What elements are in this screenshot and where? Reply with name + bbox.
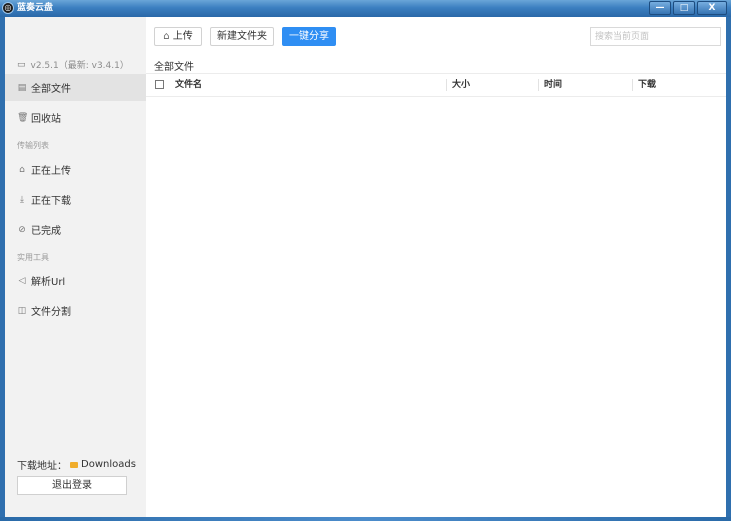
sidebar-item-label: 解析Url xyxy=(31,277,66,288)
maximize-button[interactable]: □ xyxy=(673,1,695,15)
window-controls: — □ X xyxy=(649,1,727,15)
version-icon: ▭ xyxy=(17,59,26,70)
taskbar-strip xyxy=(0,517,731,521)
close-button[interactable]: X xyxy=(697,1,727,15)
window-titlebar[interactable]: ◎ 蓝奏云盘 — □ X xyxy=(0,0,731,17)
transfer-group-label: 传输列表 xyxy=(17,141,49,150)
sidebar-item-file-split[interactable]: ◫ 文件分割 xyxy=(5,297,146,324)
trash-icon: 🗑 xyxy=(17,112,29,123)
download-path-value: Downloads xyxy=(81,459,136,470)
split-icon: ◫ xyxy=(17,305,27,316)
app-window: ▭ v2.5.1（最新: v3.4.1） ▤ 全部文件 🗑 回收站 传输列表 ⌂… xyxy=(5,17,726,517)
search-input[interactable] xyxy=(590,27,721,46)
sidebar-item-label: 正在下载 xyxy=(31,196,71,207)
check-icon: ⊘ xyxy=(18,224,26,235)
sidebar-item-label: 正在上传 xyxy=(31,166,71,177)
column-size[interactable]: 大小 xyxy=(452,74,470,96)
sidebar-item-parse-url[interactable]: ◁ 解析Url xyxy=(5,267,146,294)
app-title: 蓝奏云盘 xyxy=(17,3,54,13)
sidebar-item-uploading[interactable]: ⌂ 正在上传 xyxy=(5,156,146,183)
sidebar-item-label: 已完成 xyxy=(31,226,61,237)
select-all-checkbox[interactable] xyxy=(155,80,164,89)
folder-icon xyxy=(70,461,78,468)
download-path-label: 下载地址： xyxy=(17,461,67,472)
column-divider xyxy=(446,79,447,91)
new-folder-button[interactable]: 新建文件夹 xyxy=(210,27,274,46)
app-logo-icon: ◎ xyxy=(2,2,14,14)
column-time[interactable]: 时间 xyxy=(544,74,562,96)
download-icon: ⤓ xyxy=(20,194,24,205)
upload-icon: ⌂ xyxy=(163,31,173,42)
sidebar-item-label: 文件分割 xyxy=(31,307,71,318)
download-path[interactable]: 下载地址： Downloads xyxy=(17,457,136,472)
upload-button[interactable]: ⌂ 上传 xyxy=(154,27,202,46)
column-download[interactable]: 下载 xyxy=(638,74,656,96)
share-button[interactable]: 一键分享 xyxy=(282,27,336,46)
sidebar-item-recycle-bin[interactable]: 🗑 回收站 xyxy=(5,104,146,131)
version-info: ▭ v2.5.1（最新: v3.4.1） xyxy=(17,58,129,72)
sidebar-item-completed[interactable]: ⊘ 已完成 xyxy=(5,216,146,243)
tools-group-label: 实用工具 xyxy=(17,253,49,262)
folder-icon: ▤ xyxy=(17,82,27,93)
sidebar-item-label: 回收站 xyxy=(31,114,61,125)
send-icon: ◁ xyxy=(18,275,26,286)
column-divider xyxy=(632,79,633,91)
breadcrumb: 全部文件 xyxy=(154,62,194,73)
sidebar: ▭ v2.5.1（最新: v3.4.1） ▤ 全部文件 🗑 回收站 传输列表 ⌂… xyxy=(5,17,146,517)
main-panel: ⌂ 上传 新建文件夹 一键分享 全部文件 文件名 大小 时间 下载 xyxy=(146,17,726,517)
logout-button[interactable]: 退出登录 xyxy=(17,476,127,495)
column-filename[interactable]: 文件名 xyxy=(175,74,202,96)
sidebar-item-label: 全部文件 xyxy=(31,84,71,95)
version-text: v2.5.1（最新: v3.4.1） xyxy=(30,61,129,71)
file-table-header: 文件名 大小 时间 下载 xyxy=(146,73,726,97)
minimize-button[interactable]: — xyxy=(649,1,671,15)
sidebar-item-all-files[interactable]: ▤ 全部文件 xyxy=(5,74,146,101)
sidebar-item-downloading[interactable]: ⤓ 正在下载 xyxy=(5,186,146,213)
upload-icon: ⌂ xyxy=(19,164,25,175)
column-divider xyxy=(538,79,539,91)
upload-button-label: 上传 xyxy=(172,31,193,42)
